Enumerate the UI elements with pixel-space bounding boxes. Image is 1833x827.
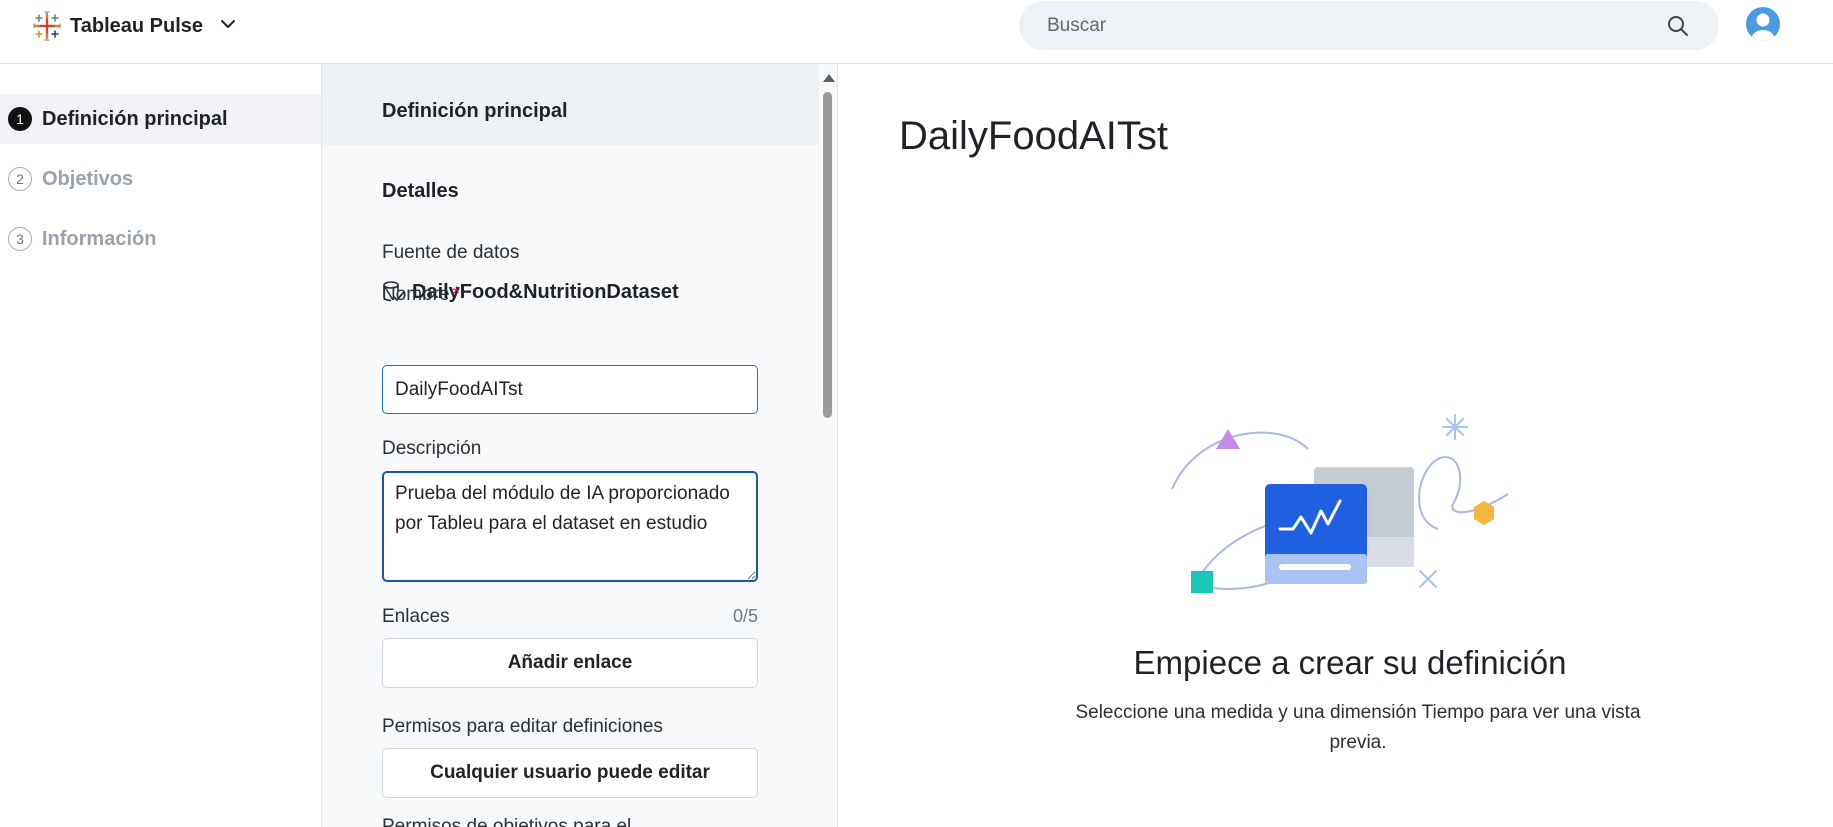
search-bar bbox=[1019, 1, 1719, 50]
step-informacion[interactable]: 3 Información bbox=[0, 214, 321, 264]
user-avatar-icon[interactable] bbox=[1746, 7, 1780, 41]
chevron-down-icon[interactable] bbox=[218, 14, 238, 34]
empty-state-text: Seleccione una medida y una dimensión Ti… bbox=[1075, 702, 1641, 753]
step-label: Objetivos bbox=[42, 167, 134, 190]
form-panel-title: Definición principal bbox=[382, 100, 568, 122]
name-label: Nombre bbox=[382, 284, 450, 305]
step-label: Información bbox=[42, 227, 157, 250]
description-label: Descripción bbox=[382, 438, 482, 459]
datasource-label: Fuente de datos bbox=[382, 242, 520, 263]
add-link-button[interactable]: Añadir enlace bbox=[382, 638, 758, 688]
top-header: Tableau Pulse bbox=[0, 0, 1833, 64]
links-label: Enlaces bbox=[382, 606, 450, 627]
form-scrollbar[interactable] bbox=[819, 64, 836, 827]
brand[interactable]: Tableau Pulse bbox=[32, 10, 203, 42]
name-input[interactable] bbox=[382, 365, 758, 414]
goals-permissions-label: Permisos de objetivos para el... bbox=[382, 816, 648, 827]
step-number: 2 bbox=[8, 167, 32, 191]
step-objetivos[interactable]: 2 Objetivos bbox=[0, 154, 321, 204]
required-mark: * bbox=[452, 284, 460, 305]
permissions-button[interactable]: Cualquier usuario puede editar bbox=[382, 748, 758, 798]
scroll-up-arrow-icon[interactable] bbox=[823, 74, 835, 82]
scroll-thumb[interactable] bbox=[823, 92, 832, 418]
search-input[interactable] bbox=[1047, 1, 1647, 50]
empty-state-illustration bbox=[1171, 414, 1509, 593]
preview-title: DailyFoodAITst bbox=[899, 114, 1168, 158]
form-panel-header: Definición principal bbox=[322, 64, 820, 145]
details-section-title: Detalles bbox=[382, 180, 459, 202]
definition-form-panel: Definición principal Detalles Fuente de … bbox=[322, 64, 837, 827]
tableau-logo-icon bbox=[33, 11, 61, 41]
empty-state-title: Empiece a crear su definición bbox=[1133, 644, 1567, 681]
permissions-label: Permisos para editar definiciones bbox=[382, 716, 663, 737]
step-number: 3 bbox=[8, 227, 32, 251]
step-number: 1 bbox=[8, 107, 32, 131]
links-counter: 0/5 bbox=[732, 606, 758, 626]
search-icon[interactable] bbox=[1667, 15, 1689, 37]
steps-sidebar: 1 Definición principal 2 Objetivos 3 Inf… bbox=[0, 64, 322, 827]
step-label: Definición principal bbox=[42, 107, 228, 130]
name-label-wrap: Nombre * bbox=[382, 284, 460, 306]
preview-panel: DailyFoodAITst Empiece a crear su defini… bbox=[837, 64, 1833, 827]
description-textarea[interactable]: Prueba del módulo de IA proporcionado po… bbox=[382, 471, 758, 582]
step-definicion-principal[interactable]: 1 Definición principal bbox=[0, 94, 321, 144]
app-name: Tableau Pulse bbox=[70, 14, 204, 37]
